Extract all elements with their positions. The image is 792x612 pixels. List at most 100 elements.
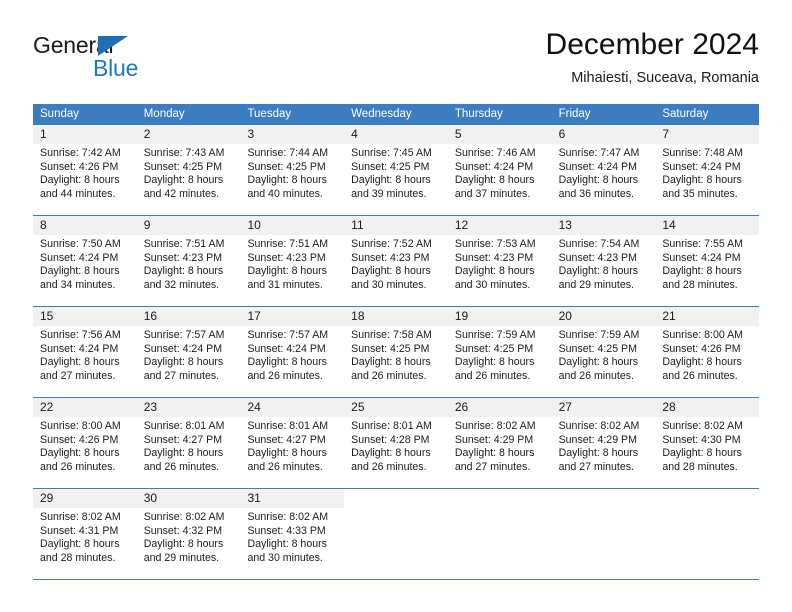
day-detail-line: Sunset: 4:29 PM (454, 433, 534, 446)
day-detail-lines: Sunrise: 7:58 AM Sunset: 4:25 PM Daylight:… (344, 326, 448, 383)
day-detail-line: Daylight: 8 hours (143, 356, 224, 369)
day-number: 22 (33, 398, 137, 417)
day-detail-line: Daylight: 8 hours (40, 174, 120, 187)
day-number: 29 (33, 489, 137, 508)
day-cell-8[interactable]: 8 Sunrise: 7:50 AM Sunset: 4:24 PM Daylight… (33, 216, 137, 306)
day-detail-line: Daylight: 8 hours (40, 265, 120, 278)
day-detail-line: Sunset: 4:24 PM (558, 160, 637, 173)
day-detail-line: and 35 minutes. (662, 187, 738, 200)
day-detail-lines: Sunrise: 7:51 AM Sunset: 4:23 PM Daylight:… (137, 235, 241, 292)
calendar-week-row: 29 Sunrise: 8:02 AM Sunset: 4:31 PM Dayligh… (33, 488, 759, 579)
title-block: December 2024 Mihaiesti, Suceava, Romani… (546, 28, 759, 88)
day-cell-26[interactable]: 26 Sunrise: 8:02 AM Sunset: 4:29 PM Dayligh… (447, 398, 552, 488)
day-detail-lines: Sunrise: 8:02 AM Sunset: 4:32 PM Daylight:… (137, 508, 241, 565)
day-cell-25[interactable]: 25 Sunrise: 8:01 AM Sunset: 4:28 PM Dayligh… (344, 398, 448, 488)
day-cell-29[interactable]: 29 Sunrise: 8:02 AM Sunset: 4:31 PM Dayligh… (33, 489, 137, 579)
day-cell-28[interactable]: 28 Sunrise: 8:02 AM Sunset: 4:30 PM Dayligh… (655, 398, 760, 488)
day-detail-line: and 27 minutes. (558, 460, 634, 473)
day-detail-line: Sunset: 4:24 PM (662, 251, 741, 264)
day-cell-18[interactable]: 18 Sunrise: 7:58 AM Sunset: 4:25 PM Dayligh… (344, 307, 448, 397)
day-detail-lines: Sunrise: 8:00 AM Sunset: 4:26 PM Daylight:… (655, 326, 759, 383)
day-detail-lines: Sunrise: 7:53 AM Sunset: 4:23 PM Daylight:… (448, 235, 552, 292)
day-number: 10 (240, 216, 345, 235)
day-detail-line: Daylight: 8 hours (454, 447, 535, 460)
day-detail-line: Daylight: 8 hours (351, 447, 431, 460)
day-cell-30[interactable]: 30 Sunrise: 8:02 AM Sunset: 4:32 PM Dayligh… (136, 489, 241, 579)
day-detail-lines: Sunrise: 7:59 AM Sunset: 4:25 PM Daylight:… (552, 326, 656, 383)
day-number (344, 489, 448, 508)
day-cell-11[interactable]: 11 Sunrise: 7:52 AM Sunset: 4:23 PM Dayligh… (344, 216, 448, 306)
day-number: 21 (655, 307, 760, 326)
day-number: 19 (447, 307, 552, 326)
day-cell-1[interactable]: 1 Sunrise: 7:42 AM Sunset: 4:26 PM Daylight… (33, 125, 137, 215)
day-cell-12[interactable]: 12 Sunrise: 7:53 AM Sunset: 4:23 PM Dayligh… (447, 216, 552, 306)
week-inner: 8 Sunrise: 7:50 AM Sunset: 4:24 PM Daylight… (33, 216, 760, 306)
day-cell-23[interactable]: 23 Sunrise: 8:01 AM Sunset: 4:27 PM Dayligh… (136, 398, 241, 488)
day-number: 12 (447, 216, 552, 235)
day-detail-line: Sunrise: 8:01 AM (247, 420, 329, 432)
day-detail-line: Sunrise: 7:57 AM (247, 329, 329, 341)
day-cell-5[interactable]: 5 Sunrise: 7:46 AM Sunset: 4:24 PM Daylight… (447, 125, 552, 215)
day-detail-line: Sunset: 4:33 PM (247, 524, 326, 537)
day-detail-line: Daylight: 8 hours (247, 174, 327, 187)
day-number: 24 (240, 398, 345, 417)
day-detail-line: Sunrise: 8:02 AM (662, 420, 743, 432)
day-detail-line: Daylight: 8 hours (143, 538, 224, 551)
day-number: 9 (136, 216, 241, 235)
day-detail-line: Sunrise: 7:59 AM (454, 329, 536, 341)
day-detail-line: Sunset: 4:29 PM (558, 433, 637, 446)
day-detail-line: Daylight: 8 hours (558, 447, 639, 460)
day-detail-line: Sunrise: 7:51 AM (247, 238, 329, 250)
day-cell-20[interactable]: 20 Sunrise: 7:59 AM Sunset: 4:25 PM Dayligh… (551, 307, 656, 397)
day-number: 8 (33, 216, 137, 235)
day-detail-lines: Sunrise: 8:00 AM Sunset: 4:26 PM Daylight:… (33, 417, 137, 474)
day-number: 2 (136, 125, 241, 144)
day-cell-27[interactable]: 27 Sunrise: 8:02 AM Sunset: 4:29 PM Dayligh… (551, 398, 656, 488)
day-detail-lines: Sunrise: 8:01 AM Sunset: 4:28 PM Daylight:… (344, 417, 448, 474)
day-detail-lines: Sunrise: 8:02 AM Sunset: 4:30 PM Daylight:… (655, 417, 759, 474)
day-detail-line: Sunset: 4:24 PM (40, 342, 119, 355)
day-cell-22[interactable]: 22 Sunrise: 8:00 AM Sunset: 4:26 PM Dayligh… (33, 398, 137, 488)
day-cell-4[interactable]: 4 Sunrise: 7:45 AM Sunset: 4:25 PM Daylight… (344, 125, 448, 215)
day-detail-line: and 26 minutes. (247, 460, 323, 473)
day-number (448, 489, 552, 508)
day-cell-14[interactable]: 14 Sunrise: 7:55 AM Sunset: 4:24 PM Dayligh… (655, 216, 760, 306)
calendar-week-row: 15 Sunrise: 7:56 AM Sunset: 4:24 PM Dayligh… (33, 306, 760, 397)
day-detail-lines: Sunrise: 7:51 AM Sunset: 4:23 PM Daylight:… (240, 235, 344, 292)
day-detail-line: Sunrise: 7:54 AM (558, 238, 640, 250)
day-cell-19[interactable]: 19 Sunrise: 7:59 AM Sunset: 4:25 PM Dayligh… (447, 307, 552, 397)
day-cell-17[interactable]: 17 Sunrise: 7:57 AM Sunset: 4:24 PM Dayligh… (240, 307, 345, 397)
day-cell-31[interactable]: 31 Sunrise: 8:02 AM Sunset: 4:33 PM Dayligh… (240, 489, 345, 579)
day-detail-line: Daylight: 8 hours (454, 174, 535, 187)
day-cell-7[interactable]: 7 Sunrise: 7:48 AM Sunset: 4:24 PM Daylight… (655, 125, 760, 215)
day-detail-lines: Sunrise: 7:46 AM Sunset: 4:24 PM Daylight:… (448, 144, 552, 201)
day-cell-10[interactable]: 10 Sunrise: 7:51 AM Sunset: 4:23 PM Dayligh… (240, 216, 345, 306)
day-detail-line: Sunrise: 8:01 AM (351, 420, 432, 432)
day-number: 5 (447, 125, 552, 144)
day-detail-line: Sunrise: 7:42 AM (40, 147, 121, 159)
day-detail-line: Sunrise: 7:58 AM (351, 329, 432, 341)
day-number: 30 (136, 489, 241, 508)
calendar-week-row: 22 Sunrise: 8:00 AM Sunset: 4:26 PM Dayligh… (33, 397, 760, 488)
calendar-bottom-border (33, 579, 759, 580)
day-detail-line: and 26 minutes. (143, 460, 220, 473)
day-cell-2[interactable]: 2 Sunrise: 7:43 AM Sunset: 4:25 PM Daylight… (136, 125, 241, 215)
day-detail-line: Sunrise: 7:56 AM (40, 329, 121, 341)
day-cell-16[interactable]: 16 Sunrise: 7:57 AM Sunset: 4:24 PM Dayligh… (136, 307, 241, 397)
day-cell-24[interactable]: 24 Sunrise: 8:01 AM Sunset: 4:27 PM Dayligh… (240, 398, 345, 488)
day-number (552, 489, 656, 508)
day-cell-3[interactable]: 3 Sunrise: 7:44 AM Sunset: 4:25 PM Daylight… (240, 125, 345, 215)
day-cell-21[interactable]: 21 Sunrise: 8:00 AM Sunset: 4:26 PM Dayligh… (655, 307, 760, 397)
day-detail-line: Sunrise: 8:02 AM (247, 511, 329, 523)
day-detail-line: Sunset: 4:27 PM (247, 433, 326, 446)
general-blue-logo[interactable]: General Blue (33, 32, 223, 88)
day-detail-line: Daylight: 8 hours (662, 174, 742, 187)
weekday-header-tuesday: Tuesday (247, 108, 292, 120)
day-cell-15[interactable]: 15 Sunrise: 7:56 AM Sunset: 4:24 PM Dayligh… (33, 307, 137, 397)
day-number: 20 (551, 307, 656, 326)
day-cell-6[interactable]: 6 Sunrise: 7:47 AM Sunset: 4:24 PM Daylight… (551, 125, 656, 215)
day-detail-lines: Sunrise: 8:01 AM Sunset: 4:27 PM Daylight:… (240, 417, 344, 474)
day-detail-line: and 27 minutes. (143, 369, 220, 382)
day-cell-9[interactable]: 9 Sunrise: 7:51 AM Sunset: 4:23 PM Daylight… (136, 216, 241, 306)
day-cell-13[interactable]: 13 Sunrise: 7:54 AM Sunset: 4:23 PM Dayligh… (551, 216, 656, 306)
